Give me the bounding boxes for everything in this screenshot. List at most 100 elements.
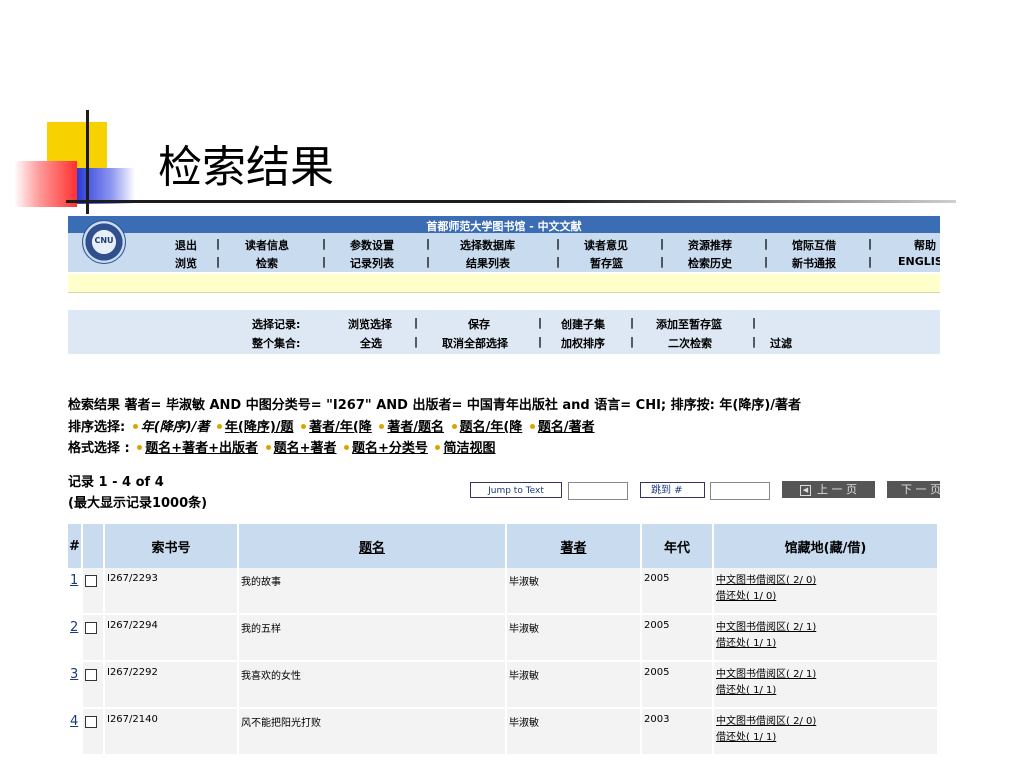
goto-record-input[interactable]	[710, 482, 770, 500]
menu-browse[interactable]: 浏览	[175, 255, 197, 271]
menu-basket[interactable]: 暂存篮	[590, 255, 623, 271]
select-records-label: 选择记录:	[252, 318, 301, 331]
menu-feedback[interactable]: 读者意见	[584, 237, 628, 253]
holdings-cell: 中文图书借阅区( 2/ 1) 借还处( 1/ 1)	[713, 661, 939, 709]
holding-location-link[interactable]: 中文图书借阅区( 2/ 1)	[716, 667, 935, 683]
action-separator: |	[630, 316, 635, 329]
sort-title-year[interactable]: 题名/年(降	[460, 420, 523, 435]
bullet-icon	[344, 445, 350, 450]
sort-options: 排序选择: 年(降序)/著 年(降序)/题 著者/年(降 著者/题名 题名/年(…	[68, 416, 595, 435]
search-result-query: 检索结果 著者= 毕淑敏 AND 中图分类号= "I267" AND 出版者= …	[68, 398, 802, 413]
sort-label: 排序选择:	[68, 420, 126, 435]
row-num-cell: 4	[68, 708, 83, 756]
format-brief-view[interactable]: 简洁视图	[443, 441, 495, 456]
bullet-icon	[132, 424, 138, 429]
record-number-link[interactable]: 1	[70, 573, 78, 588]
opac-header: 首都师范大学图书馆 - 中文文献 CNU 退出 | 读者信息 | 参数设置 | …	[68, 216, 940, 272]
holding-location-link[interactable]: 中文图书借阅区( 2/ 0)	[716, 573, 935, 589]
menu-recommend[interactable]: 资源推荐	[688, 237, 732, 253]
bullet-icon	[379, 424, 385, 429]
menu-separator: |	[660, 255, 665, 268]
record-title: 我的五样	[238, 614, 507, 662]
sort-year-author-current: 年(降序)/著	[140, 420, 210, 435]
call-number: I267/2293	[104, 568, 239, 615]
menu-separator: |	[322, 255, 327, 268]
create-subset-link[interactable]: 创建子集	[561, 316, 605, 332]
col-header-title[interactable]: 题名	[238, 524, 507, 568]
bullet-icon	[451, 424, 457, 429]
holding-location-link[interactable]: 中文图书借阅区( 2/ 0)	[716, 714, 935, 730]
record-author: 毕淑敏	[506, 614, 642, 662]
menu-separator: |	[556, 255, 561, 268]
holding-location-link[interactable]: 中文图书借阅区( 2/ 1)	[716, 620, 935, 636]
menu-help[interactable]: 帮助	[914, 237, 936, 253]
action-row-all: 整个集合: 全选 | 取消全部选择 | 加权排序 | 二次检索 | 过滤	[68, 335, 940, 351]
goto-record-button[interactable]: 跳到 #	[640, 482, 705, 498]
holding-location-link[interactable]: 借还处( 1/ 1)	[716, 636, 935, 652]
sort-year-title[interactable]: 年(降序)/题	[225, 420, 294, 435]
jump-to-text-input[interactable]	[568, 482, 628, 500]
previous-page-label: 上 一 页	[817, 483, 857, 496]
record-checkbox[interactable]	[85, 669, 97, 681]
deselect-all-link[interactable]: 取消全部选择	[442, 335, 508, 351]
holding-location-link[interactable]: 借还处( 1/ 0)	[716, 589, 935, 605]
menu-result-list[interactable]: 结果列表	[466, 255, 510, 271]
browse-selected-link[interactable]: 浏览选择	[348, 316, 392, 332]
menu-separator: |	[556, 237, 561, 250]
sort-author-year[interactable]: 著者/年(降	[309, 420, 372, 435]
holding-location-link[interactable]: 借还处( 1/ 1)	[716, 730, 935, 746]
bullet-icon	[265, 445, 271, 450]
format-title-author-publisher[interactable]: 题名+著者+出版者	[145, 441, 258, 456]
menu-search[interactable]: 检索	[256, 255, 278, 271]
next-page-button[interactable]: 下 一 页	[887, 481, 940, 498]
record-checkbox[interactable]	[85, 622, 97, 634]
action-separator: |	[630, 335, 635, 348]
menu-separator: |	[868, 237, 873, 250]
select-all-link[interactable]: 全选	[360, 335, 382, 351]
table-row: 2 I267/2294 我的五样 毕淑敏 2005 中文图书借阅区( 2/ 1)…	[68, 614, 939, 662]
menu-reader-info[interactable]: 读者信息	[245, 237, 289, 253]
whole-set-label: 整个集合:	[252, 337, 301, 350]
format-title-classno[interactable]: 题名+分类号	[352, 441, 428, 456]
record-number-link[interactable]: 4	[70, 714, 78, 729]
menu-logout[interactable]: 退出	[175, 237, 197, 253]
menu-select-database[interactable]: 选择数据库	[460, 237, 515, 253]
save-link[interactable]: 保存	[468, 316, 490, 332]
holding-location-link[interactable]: 借还处( 1/ 1)	[716, 683, 935, 699]
holdings-cell: 中文图书借阅区( 2/ 0) 借还处( 1/ 0)	[713, 568, 939, 615]
filter-link[interactable]: 过滤	[770, 335, 792, 351]
menu-preferences[interactable]: 参数设置	[350, 237, 394, 253]
bullet-icon	[137, 445, 143, 450]
refine-search-link[interactable]: 二次检索	[668, 335, 712, 351]
sort-author-title[interactable]: 著者/题名	[387, 420, 444, 435]
record-number-link[interactable]: 3	[70, 667, 78, 682]
call-number: I267/2294	[104, 614, 239, 662]
table-header-row: # 索书号 题名 著者 年代 馆藏地(藏/借)	[68, 524, 939, 568]
record-author: 毕淑敏	[506, 568, 642, 615]
menu-search-history[interactable]: 检索历史	[688, 255, 732, 271]
col-header-author[interactable]: 著者	[506, 524, 642, 568]
record-number-link[interactable]: 2	[70, 620, 78, 635]
menu-english[interactable]: ENGLISH	[898, 255, 940, 268]
action-row-selected: 选择记录: 浏览选择 | 保存 | 创建子集 | 添加至暂存篮 |	[68, 316, 940, 332]
menu-record-list[interactable]: 记录列表	[350, 255, 394, 271]
record-checkbox[interactable]	[85, 575, 97, 587]
weighted-sort-link[interactable]: 加权排序	[561, 335, 605, 351]
sort-title-author[interactable]: 题名/著者	[538, 420, 595, 435]
menu-separator: |	[868, 255, 873, 268]
menu-row-1: 退出 | 读者信息 | 参数设置 | 选择数据库 | 读者意见 | 资源推荐 |…	[68, 237, 940, 254]
action-separator: |	[414, 335, 419, 348]
previous-page-button[interactable]: ◀ 上 一 页	[782, 481, 875, 498]
bullet-icon	[435, 445, 441, 450]
record-checkbox[interactable]	[85, 716, 97, 728]
menu-new-books[interactable]: 新书通报	[792, 255, 836, 271]
format-title-author[interactable]: 题名+著者	[274, 441, 337, 456]
add-to-basket-link[interactable]: 添加至暂存篮	[656, 316, 722, 332]
jump-to-text-button[interactable]: Jump to Text	[470, 482, 562, 498]
col-header-num: #	[68, 524, 83, 568]
bullet-icon	[301, 424, 307, 429]
record-year: 2005	[641, 568, 714, 615]
opac-screenshot: 首都师范大学图书馆 - 中文文献 CNU 退出 | 读者信息 | 参数设置 | …	[68, 216, 940, 756]
menu-ill[interactable]: 馆际互借	[792, 237, 836, 253]
record-year: 2005	[641, 614, 714, 662]
